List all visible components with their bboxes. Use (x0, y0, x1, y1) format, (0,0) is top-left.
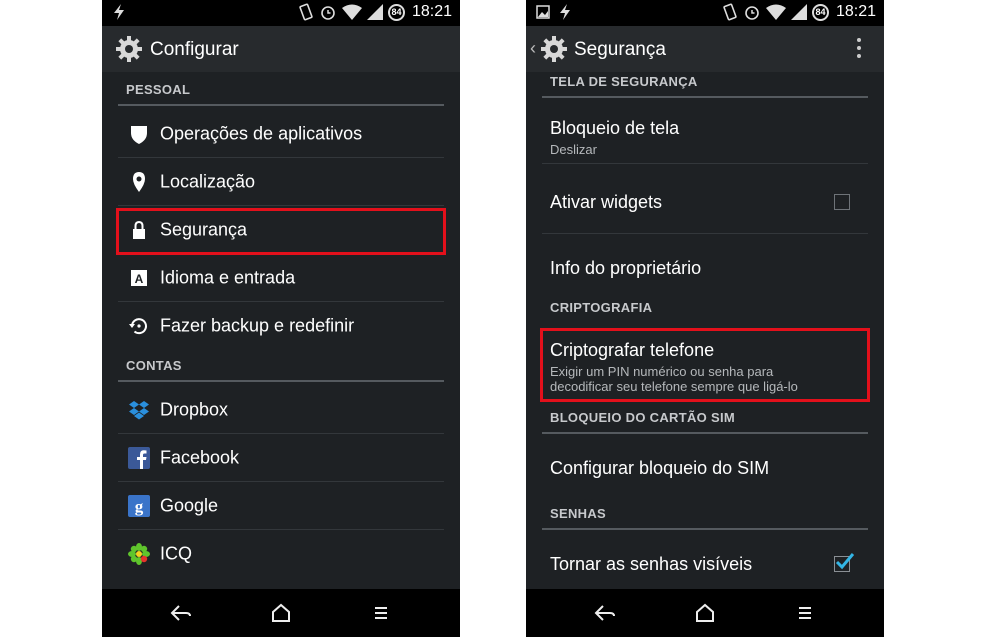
home-button-icon[interactable] (694, 603, 716, 623)
settings-item-location[interactable]: Localização (118, 158, 444, 206)
section-header-screen: TELA DE SEGURANÇA (542, 66, 868, 98)
overflow-menu-icon[interactable] (856, 38, 862, 60)
settings-item-summary: Deslizar (550, 142, 597, 157)
settings-item-label: Operações de aplicativos (160, 123, 363, 143)
flash-icon (114, 4, 124, 20)
status-time: 18:21 (835, 3, 876, 20)
account-item-google[interactable]: g Google (118, 482, 444, 530)
settings-item-label: Fazer backup e redefinir (160, 315, 355, 336)
settings-item-backup[interactable]: Fazer backup e redefinir (118, 302, 444, 350)
dropbox-icon (129, 400, 149, 419)
keyboard-a-icon: A (131, 269, 147, 286)
signal-icon (790, 4, 807, 20)
status-bar: 84 18:21 (526, 0, 884, 26)
vibrate-icon (723, 3, 737, 21)
account-item-label: Google (160, 495, 219, 515)
account-item-icq[interactable]: ICQ (118, 530, 444, 578)
settings-item-title: Configurar bloqueio do SIM (550, 458, 770, 478)
highlight-box-encrypt (540, 328, 870, 402)
section-header-pessoal: PESSOAL (118, 72, 444, 106)
shield-icon (131, 125, 147, 144)
settings-item-sim-lock[interactable]: Configurar bloqueio do SIM (542, 436, 868, 498)
settings-item-widgets[interactable]: Ativar widgets (542, 164, 868, 234)
location-pin-icon (133, 171, 145, 192)
settings-item-app-ops[interactable]: Operações de aplicativos (118, 110, 444, 158)
icq-icon (128, 543, 150, 565)
settings-item-title: Ativar widgets (550, 192, 663, 212)
signal-icon (366, 4, 383, 20)
widgets-checkbox[interactable] (834, 194, 850, 210)
image-notification-icon (536, 5, 550, 19)
svg-text:A: A (135, 272, 144, 286)
show-passwords-checkbox[interactable] (834, 553, 854, 572)
account-item-facebook[interactable]: Facebook (118, 434, 444, 482)
settings-item-title: Bloqueio de tela (550, 118, 680, 138)
settings-item-title: Info do proprietário (550, 258, 702, 278)
page-title: Segurança (574, 39, 666, 60)
settings-item-label: Localização (160, 171, 256, 191)
section-header-crypto: CRIPTOGRAFIA (550, 300, 653, 315)
settings-item-show-passwords[interactable]: Tornar as senhas visíveis (542, 532, 868, 588)
settings-screen: 84 18:21 Configurar PESSOAL Operações de… (102, 0, 460, 637)
alarm-icon (321, 6, 335, 20)
up-caret-icon[interactable]: ‹ (530, 38, 536, 59)
settings-item-language[interactable]: A Idioma e entrada (118, 254, 444, 302)
flash-icon (560, 4, 570, 20)
settings-item-owner-info[interactable]: Info do proprietário (542, 234, 868, 298)
svg-text:g: g (135, 497, 144, 516)
settings-item-title: Tornar as senhas visíveis (550, 554, 753, 574)
navigation-bar (102, 589, 460, 637)
vibrate-icon (299, 3, 313, 21)
facebook-icon (128, 446, 150, 469)
navigation-bar (526, 589, 884, 637)
back-button-icon[interactable] (594, 603, 616, 623)
checkmark-icon (835, 553, 854, 570)
wifi-icon (765, 4, 786, 20)
highlight-box-security (116, 208, 446, 255)
status-bar: 84 18:21 (102, 0, 460, 26)
account-item-label: ICQ (160, 543, 193, 564)
settings-gear-icon[interactable] (114, 34, 144, 64)
section-header-contas: CONTAS (118, 348, 444, 382)
page-title: Configurar (150, 39, 239, 60)
action-bar: Configurar (102, 26, 460, 72)
backup-restore-icon (129, 318, 147, 335)
settings-item-screen-lock[interactable]: Bloqueio de tela Deslizar (542, 98, 868, 164)
back-button-icon[interactable] (170, 603, 192, 623)
recent-apps-button-icon[interactable] (794, 603, 816, 623)
google-icon: g (128, 494, 150, 517)
settings-gear-icon[interactable] (539, 34, 569, 64)
section-header-passwords: SENHAS (542, 496, 868, 530)
battery-icon: 84 (811, 3, 829, 21)
account-item-dropbox[interactable]: Dropbox (118, 386, 444, 434)
section-header-sim: BLOQUEIO DO CARTÃO SIM (542, 400, 868, 434)
security-screen: 84 18:21 ‹ Segurança TELA DE SEGURANÇA B… (526, 0, 884, 637)
settings-list: PESSOAL Operações de aplicativos Localiz… (102, 72, 460, 589)
account-item-label: Facebook (160, 447, 240, 467)
status-time: 18:21 (411, 3, 452, 20)
recent-apps-button-icon[interactable] (370, 603, 392, 623)
settings-item-label: Idioma e entrada (160, 267, 296, 287)
wifi-icon (341, 4, 362, 20)
battery-icon: 84 (387, 3, 405, 21)
alarm-icon (745, 6, 759, 20)
account-item-label: Dropbox (160, 399, 229, 419)
home-button-icon[interactable] (270, 603, 292, 623)
